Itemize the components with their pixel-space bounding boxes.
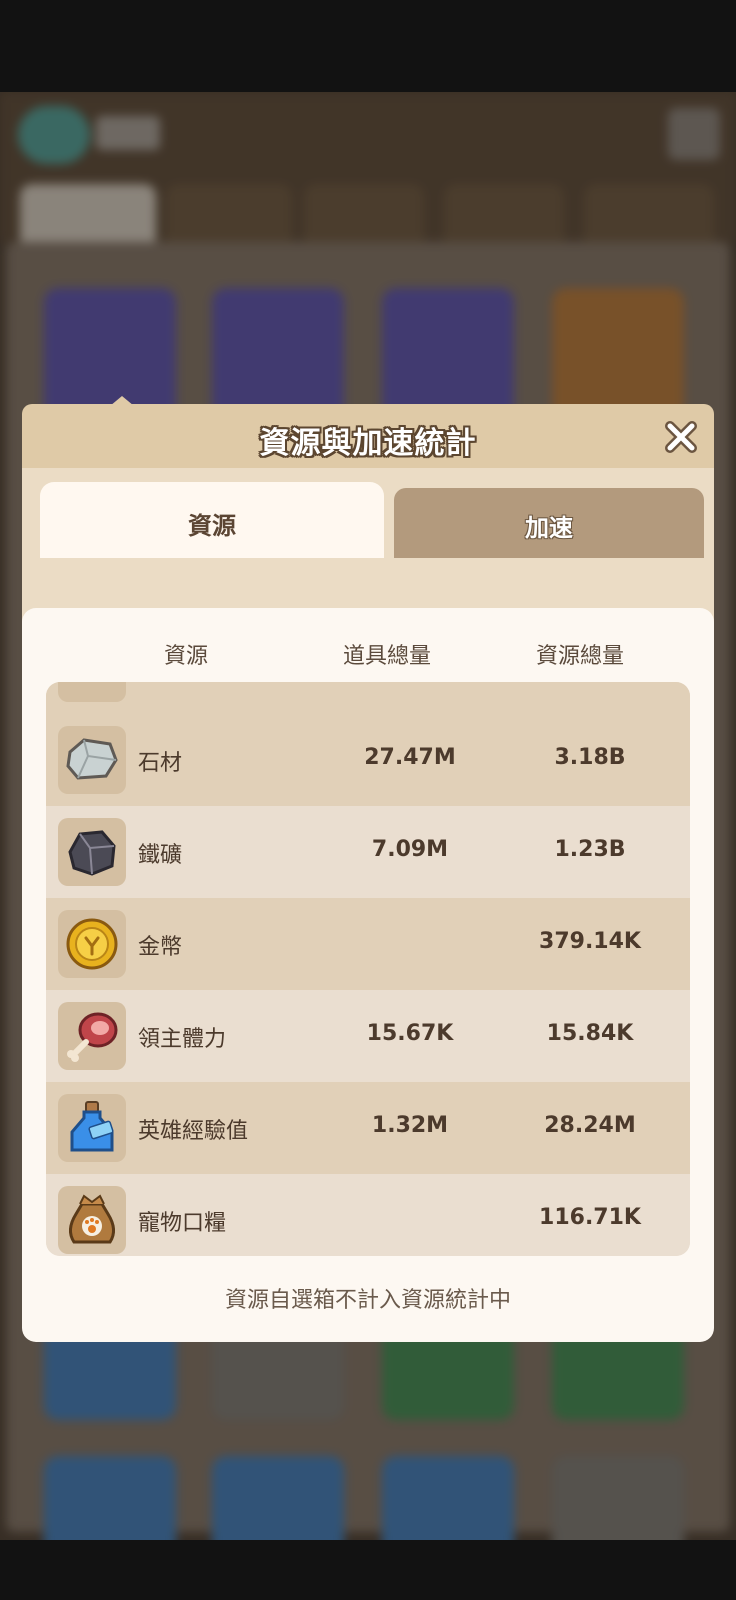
resource-total-value: 379.14K [539, 929, 641, 954]
item-total-value: 15.67K [366, 1021, 454, 1046]
status-bar [0, 0, 736, 92]
item-total-value: 1.32M [371, 1113, 449, 1138]
resource-total-value: 1.23B [554, 837, 626, 862]
list-item: 寵物口糧 116.71K [46, 1174, 690, 1256]
modal-notch [110, 396, 134, 406]
resource-total-value: 3.18B [554, 745, 626, 770]
gold-coin-icon [58, 910, 126, 978]
modal-title: 資源與加速統計 [259, 426, 477, 461]
list-item: 金幣 379.14K [46, 898, 690, 990]
resource-name: 領主體力 [138, 1027, 227, 1052]
stone-icon [58, 726, 126, 794]
meat-icon [58, 1002, 126, 1070]
resource-name: 鐵礦 [138, 843, 183, 868]
modal-body: 加速 資源 資源 道具總量 資源總量 石材 27.47M 3.18B 鐵礦 7.… [22, 468, 714, 1342]
resource-name: 金幣 [138, 935, 183, 960]
tab-resources-label: 資源 [188, 512, 236, 540]
list-item [46, 682, 690, 714]
list-item: 英雄經驗值 1.32M 28.24M [46, 1082, 690, 1174]
navigation-bar [0, 1540, 736, 1600]
wood-icon [58, 682, 126, 702]
modal-header: 資源與加速統計 [22, 396, 714, 468]
close-icon [665, 421, 697, 453]
exp-potion-icon [58, 1094, 126, 1162]
resources-content: 資源 道具總量 資源總量 石材 27.47M 3.18B 鐵礦 7.09M 1.… [22, 608, 714, 1356]
column-header-item-total: 道具總量 [342, 644, 431, 669]
list-item: 石材 27.47M 3.18B [46, 714, 690, 806]
tab-speedup[interactable]: 加速 [394, 488, 704, 558]
footnote: 資源自選箱不計入資源統計中 [224, 1288, 511, 1313]
resource-total-value: 28.24M [544, 1113, 636, 1138]
resource-total-value: 116.71K [539, 1205, 641, 1230]
column-header-resource: 資源 [163, 644, 208, 669]
resource-name: 寵物口糧 [138, 1211, 227, 1236]
item-total-value: 27.47M [364, 745, 456, 770]
tab-speedup-label: 加速 [525, 514, 573, 542]
resource-name: 石材 [138, 751, 183, 776]
resource-name: 英雄經驗值 [138, 1119, 249, 1144]
item-total-value: 7.09M [371, 837, 449, 862]
list-item: 領主體力 15.67K 15.84K [46, 990, 690, 1082]
tab-resources[interactable]: 資源 [40, 482, 384, 558]
pet-food-bag-icon [58, 1186, 126, 1254]
resource-total-value: 15.84K [546, 1021, 634, 1046]
iron-ore-icon [58, 818, 126, 886]
column-header-resource-total: 資源總量 [535, 644, 624, 669]
list-item: 鐵礦 7.09M 1.23B [46, 806, 690, 898]
resource-stats-modal: 資源與加速統計 加速 資源 資源 道具總量 資源總量 石材 27.47M 3.1… [22, 396, 714, 1342]
close-button[interactable] [662, 418, 700, 456]
resource-list[interactable]: 石材 27.47M 3.18B 鐵礦 7.09M 1.23B 金幣 379.14… [46, 682, 690, 1256]
